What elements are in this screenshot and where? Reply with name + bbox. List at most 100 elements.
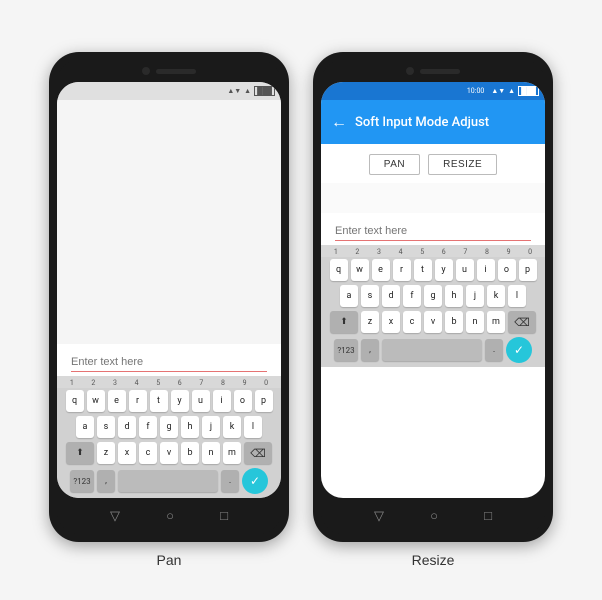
resize-key-m[interactable]: m <box>487 311 505 333</box>
resize-key-9[interactable]: 9 <box>500 248 518 256</box>
pan-key-comma[interactable]: , <box>97 470 115 492</box>
resize-nav-back[interactable]: ▽ <box>374 509 384 524</box>
pan-key-n[interactable]: n <box>202 442 220 464</box>
resize-key-c[interactable]: c <box>403 311 421 333</box>
resize-text-input[interactable] <box>335 225 531 241</box>
resize-key-w[interactable]: w <box>351 259 369 281</box>
resize-key-f[interactable]: f <box>403 285 421 307</box>
resize-key-o[interactable]: o <box>498 259 516 281</box>
pan-key-p[interactable]: p <box>255 390 273 412</box>
pan-key-c[interactable]: c <box>139 442 157 464</box>
resize-key-r[interactable]: r <box>393 259 411 281</box>
pan-key-shift[interactable]: ⬆ <box>66 442 94 464</box>
resize-key-p[interactable]: p <box>519 259 537 281</box>
pan-nav-recents[interactable]: □ <box>220 508 228 524</box>
pan-key-backspace[interactable]: ⌫ <box>244 442 272 464</box>
resize-key-2[interactable]: 2 <box>348 248 366 256</box>
resize-status-bar: 10:00 ▲▼ ▲ ███ <box>321 82 545 100</box>
resize-key-1[interactable]: 1 <box>327 248 345 256</box>
pan-key-f[interactable]: f <box>139 416 157 438</box>
resize-key-4[interactable]: 4 <box>392 248 410 256</box>
pan-nav-back[interactable]: ▽ <box>110 509 120 524</box>
pan-key-s[interactable]: s <box>97 416 115 438</box>
pan-key-enter[interactable]: ✓ <box>242 468 268 494</box>
resize-nav-home[interactable]: ○ <box>430 508 438 524</box>
resize-key-3[interactable]: 3 <box>370 248 388 256</box>
pan-key-space[interactable] <box>118 470 218 492</box>
pan-key-0[interactable]: 0 <box>257 379 275 387</box>
resize-key-z[interactable]: z <box>361 311 379 333</box>
pan-key-7[interactable]: 7 <box>192 379 210 387</box>
pan-key-j[interactable]: j <box>202 416 220 438</box>
resize-key-i[interactable]: i <box>477 259 495 281</box>
pan-key-r[interactable]: r <box>129 390 147 412</box>
pan-key-m[interactable]: m <box>223 442 241 464</box>
resize-key-j[interactable]: j <box>466 285 484 307</box>
pan-key-u[interactable]: u <box>192 390 210 412</box>
resize-key-h[interactable]: h <box>445 285 463 307</box>
resize-key-shift[interactable]: ⬆ <box>330 311 358 333</box>
pan-key-a[interactable]: a <box>76 416 94 438</box>
resize-key-7[interactable]: 7 <box>456 248 474 256</box>
resize-pan-button[interactable]: PAN <box>369 154 420 175</box>
pan-key-2[interactable]: 2 <box>84 379 102 387</box>
pan-key-1[interactable]: 1 <box>63 379 81 387</box>
resize-key-d[interactable]: d <box>382 285 400 307</box>
resize-key-b[interactable]: b <box>445 311 463 333</box>
pan-key-o[interactable]: o <box>234 390 252 412</box>
resize-key-y[interactable]: y <box>435 259 453 281</box>
resize-key-space[interactable] <box>382 339 482 361</box>
pan-key-8[interactable]: 8 <box>214 379 232 387</box>
resize-key-e[interactable]: e <box>372 259 390 281</box>
resize-key-a[interactable]: a <box>340 285 358 307</box>
pan-key-v[interactable]: v <box>160 442 178 464</box>
pan-key-5[interactable]: 5 <box>149 379 167 387</box>
resize-key-enter[interactable]: ✓ <box>506 337 532 363</box>
pan-key-b[interactable]: b <box>181 442 199 464</box>
pan-key-y[interactable]: y <box>171 390 189 412</box>
pan-key-h[interactable]: h <box>181 416 199 438</box>
resize-key-g[interactable]: g <box>424 285 442 307</box>
resize-key-6[interactable]: 6 <box>435 248 453 256</box>
pan-key-k[interactable]: k <box>223 416 241 438</box>
pan-key-z[interactable]: z <box>97 442 115 464</box>
resize-key-8[interactable]: 8 <box>478 248 496 256</box>
pan-key-l[interactable]: l <box>244 416 262 438</box>
resize-key-x[interactable]: x <box>382 311 400 333</box>
resize-keyboard-row3: ⬆ z x c v b n m ⌫ <box>321 309 545 335</box>
pan-key-123[interactable]: ?123 <box>70 470 94 492</box>
resize-key-t[interactable]: t <box>414 259 432 281</box>
pan-key-q[interactable]: q <box>66 390 84 412</box>
resize-key-n[interactable]: n <box>466 311 484 333</box>
resize-key-v[interactable]: v <box>424 311 442 333</box>
pan-key-e[interactable]: e <box>108 390 126 412</box>
pan-nav-home[interactable]: ○ <box>166 508 174 524</box>
resize-key-5[interactable]: 5 <box>413 248 431 256</box>
pan-key-x[interactable]: x <box>118 442 136 464</box>
pan-key-6[interactable]: 6 <box>171 379 189 387</box>
resize-key-123[interactable]: ?123 <box>334 339 358 361</box>
resize-key-comma[interactable]: , <box>361 339 379 361</box>
pan-key-g[interactable]: g <box>160 416 178 438</box>
resize-key-u[interactable]: u <box>456 259 474 281</box>
resize-key-0[interactable]: 0 <box>521 248 539 256</box>
pan-key-i[interactable]: i <box>213 390 231 412</box>
resize-key-s[interactable]: s <box>361 285 379 307</box>
pan-key-period[interactable]: . <box>221 470 239 492</box>
pan-key-t[interactable]: t <box>150 390 168 412</box>
resize-key-period[interactable]: . <box>485 339 503 361</box>
resize-back-arrow[interactable]: ← <box>331 112 347 132</box>
pan-key-3[interactable]: 3 <box>106 379 124 387</box>
resize-resize-button[interactable]: RESIZE <box>428 154 497 175</box>
pan-key-4[interactable]: 4 <box>128 379 146 387</box>
resize-key-q[interactable]: q <box>330 259 348 281</box>
resize-key-l[interactable]: l <box>508 285 526 307</box>
resize-phone-top <box>321 60 545 82</box>
resize-key-k[interactable]: k <box>487 285 505 307</box>
pan-text-input[interactable] <box>71 356 267 372</box>
pan-key-9[interactable]: 9 <box>236 379 254 387</box>
resize-nav-recents[interactable]: □ <box>484 508 492 524</box>
resize-key-backspace[interactable]: ⌫ <box>508 311 536 333</box>
pan-key-d[interactable]: d <box>118 416 136 438</box>
pan-key-w[interactable]: w <box>87 390 105 412</box>
